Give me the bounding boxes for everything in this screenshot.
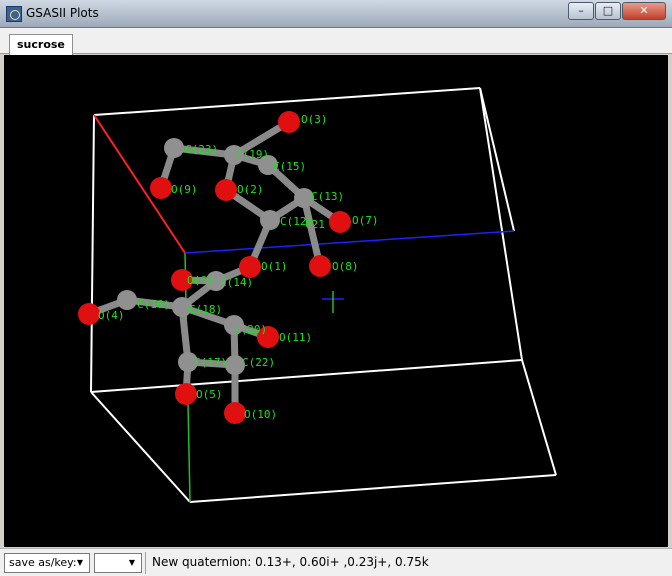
atom-label: O(10) — [244, 408, 277, 421]
atom-label: O(4) — [98, 309, 125, 322]
tab-sucrose[interactable]: sucrose — [9, 34, 73, 55]
atom-label: O(1) — [261, 260, 288, 273]
window-controls: – □ ✕ — [568, 2, 666, 20]
atom-label: C(20) — [234, 323, 267, 336]
view-center-crosshair — [322, 291, 344, 313]
atom-O3[interactable] — [278, 111, 300, 133]
atom-O7[interactable] — [329, 211, 351, 233]
atom-C16[interactable] — [117, 290, 137, 310]
atom-label: C21 — [305, 218, 325, 231]
status-bar: save as/key: ▼ ▼ New quaternion: 0.13+, … — [0, 548, 672, 576]
maximize-button[interactable]: □ — [595, 2, 621, 20]
atom-O9[interactable] — [150, 177, 172, 199]
atom-O8[interactable] — [309, 255, 331, 277]
atom-O1[interactable] — [239, 256, 261, 278]
atom-label: O(8) — [332, 260, 359, 273]
status-message: New quaternion: 0.13+, 0.60i+ ,0.23j+, 0… — [152, 555, 429, 569]
atom-label: C(22) — [242, 356, 275, 369]
atom-label: C(18) — [189, 303, 222, 316]
atom-label: O(3) — [301, 113, 328, 126]
atom-label: C(17) — [194, 356, 227, 369]
save-as-key-dropdown[interactable]: save as/key: ▼ — [4, 553, 90, 573]
minimize-button[interactable]: – — [568, 2, 594, 20]
atom-O2[interactable] — [215, 179, 237, 201]
atom-O10[interactable] — [224, 402, 246, 424]
atom-label: C(16) — [137, 298, 170, 311]
atom-O4[interactable] — [78, 303, 100, 325]
secondary-dropdown[interactable]: ▼ — [94, 553, 142, 573]
close-button[interactable]: ✕ — [622, 2, 666, 20]
status-divider — [145, 552, 146, 574]
atom-O5[interactable] — [175, 383, 197, 405]
atom-label: O(11) — [279, 331, 312, 344]
atom-label: C(23) — [185, 143, 218, 156]
structure-plot-canvas[interactable]: O(3) C(23) C(19) C(15) O(9) O(2) C(13) C… — [4, 55, 668, 547]
structure-svg[interactable]: O(3) C(23) C(19) C(15) O(9) O(2) C(13) C… — [4, 55, 668, 547]
app-icon — [6, 6, 22, 22]
atom-label: C(19) — [236, 148, 269, 161]
atom-C12[interactable] — [260, 210, 280, 230]
save-as-key-label: save as/key: — [9, 556, 77, 569]
unit-cell-box — [90, 87, 557, 503]
title-bar: GSASII Plots – □ ✕ — [0, 0, 672, 28]
atom-label: O(5) — [196, 388, 223, 401]
axis-c-line — [184, 230, 515, 254]
chevron-down-icon: ▼ — [128, 558, 136, 567]
atom-label: O(9) — [171, 183, 198, 196]
window-title: GSASII Plots — [26, 6, 99, 20]
atom-label: C(13) — [311, 190, 344, 203]
atom-label: O(2) — [237, 183, 264, 196]
tab-strip: sucrose — [0, 28, 672, 55]
atom-label: O(7) — [352, 214, 379, 227]
atom-label: C(14) — [220, 276, 253, 289]
atom-label: O(6) — [187, 274, 214, 287]
atoms — [78, 111, 351, 424]
atom-C23[interactable] — [164, 138, 184, 158]
atom-label: C(15) — [273, 160, 306, 173]
chevron-down-icon: ▼ — [76, 558, 84, 567]
